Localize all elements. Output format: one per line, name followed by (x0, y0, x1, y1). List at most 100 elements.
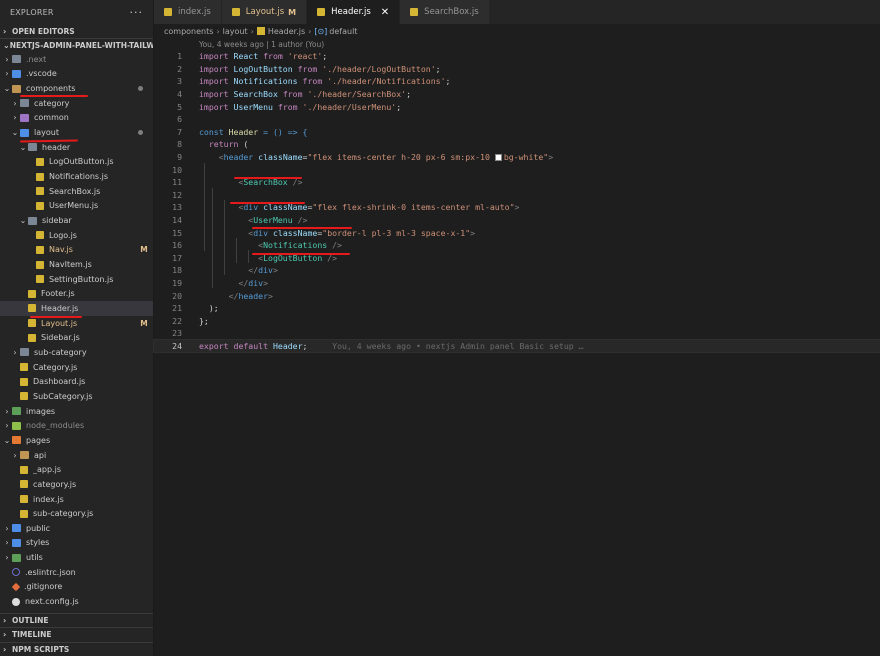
annotation-underline-headerjs (30, 316, 82, 318)
js-file-icon (28, 319, 36, 328)
close-icon[interactable]: ✕ (381, 7, 389, 18)
token: from (263, 51, 283, 62)
tree-item-logoutbutton-js[interactable]: LogOutButton.js (0, 155, 153, 170)
line-number: 17 (172, 252, 182, 263)
tree-item-pages[interactable]: ⌄ pages (0, 433, 153, 448)
tree-item-dashboard-js[interactable]: Dashboard.js (0, 374, 153, 389)
tree-item-layout[interactable]: ⌄ layout (0, 125, 153, 140)
tree-item-next[interactable]: › .next (0, 52, 153, 67)
tree-item-searchbox-js[interactable]: SearchBox.js (0, 184, 153, 199)
tree-item-label: images (26, 406, 56, 416)
tree-item-label: pages (26, 435, 51, 445)
tree-item-nav-js[interactable]: Nav.js M (0, 243, 153, 258)
section-open-editors[interactable]: › OPEN EDITORS (0, 24, 153, 38)
tree-item-settingbutton-js[interactable]: SettingButton.js (0, 272, 153, 287)
tree-item-category[interactable]: › category (0, 96, 153, 111)
tree-item-usermenu-js[interactable]: UserMenu.js (0, 199, 153, 214)
code-line: 22}; (154, 314, 880, 327)
line-number: 7 (177, 126, 182, 137)
tree-item-label: Notifications.js (49, 172, 109, 182)
tree-item-label: SettingButton.js (49, 274, 114, 284)
code-line: 2 import LogOutButton from './header/LogO… (154, 63, 880, 76)
tree-item-header-js[interactable]: Header.js (0, 301, 153, 316)
tree-item-label: Footer.js (41, 289, 75, 299)
breadcrumb-item-file[interactable]: Header.js (268, 27, 305, 36)
token: from (297, 63, 318, 74)
tree-item-navitem-js[interactable]: NavItem.js (0, 257, 153, 272)
tree-item-utils[interactable]: › utils (0, 550, 153, 565)
line-number: 16 (172, 240, 182, 251)
token: div (248, 277, 264, 288)
breadcrumb-item-layout[interactable]: layout (223, 27, 248, 36)
tree-item-category-js[interactable]: category.js (0, 477, 153, 492)
section-timeline[interactable]: › TIMELINE (0, 627, 153, 642)
js-file-icon (410, 8, 419, 16)
code-editor[interactable]: 1 import React from 'react'; 2 import LogO… (153, 50, 880, 354)
token: className (272, 227, 318, 238)
tree-item-sub-category[interactable]: › sub-category (0, 345, 153, 360)
section-outline[interactable]: › OUTLINE (0, 612, 153, 628)
token: UserMenu (253, 215, 293, 226)
tree-item-logo-js[interactable]: Logo.js (0, 228, 153, 243)
tree-item-layout-js[interactable]: Layout.js M (0, 316, 153, 331)
breadcrumb-item-components[interactable]: components (164, 27, 213, 36)
folder-icon (20, 113, 29, 122)
token: return (208, 139, 239, 150)
more-actions-icon[interactable]: ··· (130, 6, 144, 19)
annotation-underline-searchbox (234, 177, 302, 179)
codelens-blame[interactable]: You, 4 weeks ago | 1 author (You) (154, 38, 880, 50)
token: </ (228, 290, 239, 301)
tab-label: Header.js (331, 7, 371, 17)
tree-item-notifications-js[interactable]: Notifications.js (0, 169, 153, 184)
tree-item-label: header (42, 142, 71, 152)
tree-item-label: Category.js (33, 362, 78, 372)
breadcrumb-item-symbol[interactable]: default (329, 27, 357, 36)
js-file-icon (28, 333, 36, 342)
tree-item-components[interactable]: ⌄ components (0, 81, 153, 96)
tree-item-node-modules[interactable]: › node_modules (0, 418, 153, 433)
chevron-right-icon: › (5, 54, 9, 64)
tree-item-gitignore[interactable]: .gitignore (0, 580, 153, 595)
tree-item-vscode[interactable]: › .vscode (0, 67, 153, 82)
tab-searchbox-js[interactable]: SearchBox.js (400, 0, 490, 24)
tree-item-next-config-js[interactable]: next.config.js (0, 594, 153, 609)
tree-item-public[interactable]: › public (0, 521, 153, 536)
code-line: 6 (154, 113, 880, 126)
tree-item-eslintrc-json[interactable]: .eslintrc.json (0, 565, 153, 580)
token: ; (435, 63, 441, 74)
js-file-icon (28, 289, 36, 298)
tree-item-label: NavItem.js (49, 260, 92, 270)
tab-header-js[interactable]: Header.js ✕ (307, 0, 401, 24)
tree-item-common[interactable]: › common (0, 111, 153, 126)
tree-item-styles[interactable]: › styles (0, 536, 153, 551)
token: LogOutButton (233, 63, 293, 74)
tree-item-label: sidebar (42, 216, 72, 226)
explorer-title: EXPLORER (10, 7, 54, 17)
section-npm-scripts[interactable]: › NPM SCRIPTS (0, 641, 153, 656)
tab-index-js[interactable]: index.js (154, 0, 222, 24)
section-project-root[interactable]: ⌄ NEXTJS-ADMIN-PANEL-WITH-TAILWI... (0, 38, 153, 52)
tree-item-label: Nav.js (49, 245, 73, 255)
annotation-underline-logoutbutton (252, 253, 350, 255)
tree-item-sub-category-js[interactable]: sub-category.js (0, 506, 153, 521)
line-number: 5 (177, 101, 182, 112)
line-number: 8 (177, 139, 182, 150)
tree-item-index-js[interactable]: index.js (0, 492, 153, 507)
tree-item-label: Layout.js (41, 318, 78, 328)
tree-item-footer-js[interactable]: Footer.js (0, 287, 153, 302)
tree-item-api[interactable]: › api (0, 448, 153, 463)
explorer-header: EXPLORER ··· (0, 0, 153, 24)
tree-item-sidebar-js[interactable]: Sidebar.js (0, 330, 153, 345)
tree-item-category-js[interactable]: Category.js (0, 360, 153, 375)
token: import (199, 76, 229, 87)
color-swatch[interactable] (494, 154, 502, 162)
tree-item-images[interactable]: › images (0, 404, 153, 419)
tab-layout-js[interactable]: Layout.js M (221, 0, 308, 24)
tree-item-app-js[interactable]: _app.js (0, 462, 153, 477)
tree-item-subcategory-js[interactable]: SubCategory.js (0, 389, 153, 404)
token: Header (228, 126, 259, 137)
tree-item-label: utils (26, 553, 43, 563)
tree-item-sidebar[interactable]: ⌄ sidebar (0, 213, 153, 228)
annotation-underline-notifications (252, 227, 352, 229)
js-file-icon (36, 201, 44, 210)
